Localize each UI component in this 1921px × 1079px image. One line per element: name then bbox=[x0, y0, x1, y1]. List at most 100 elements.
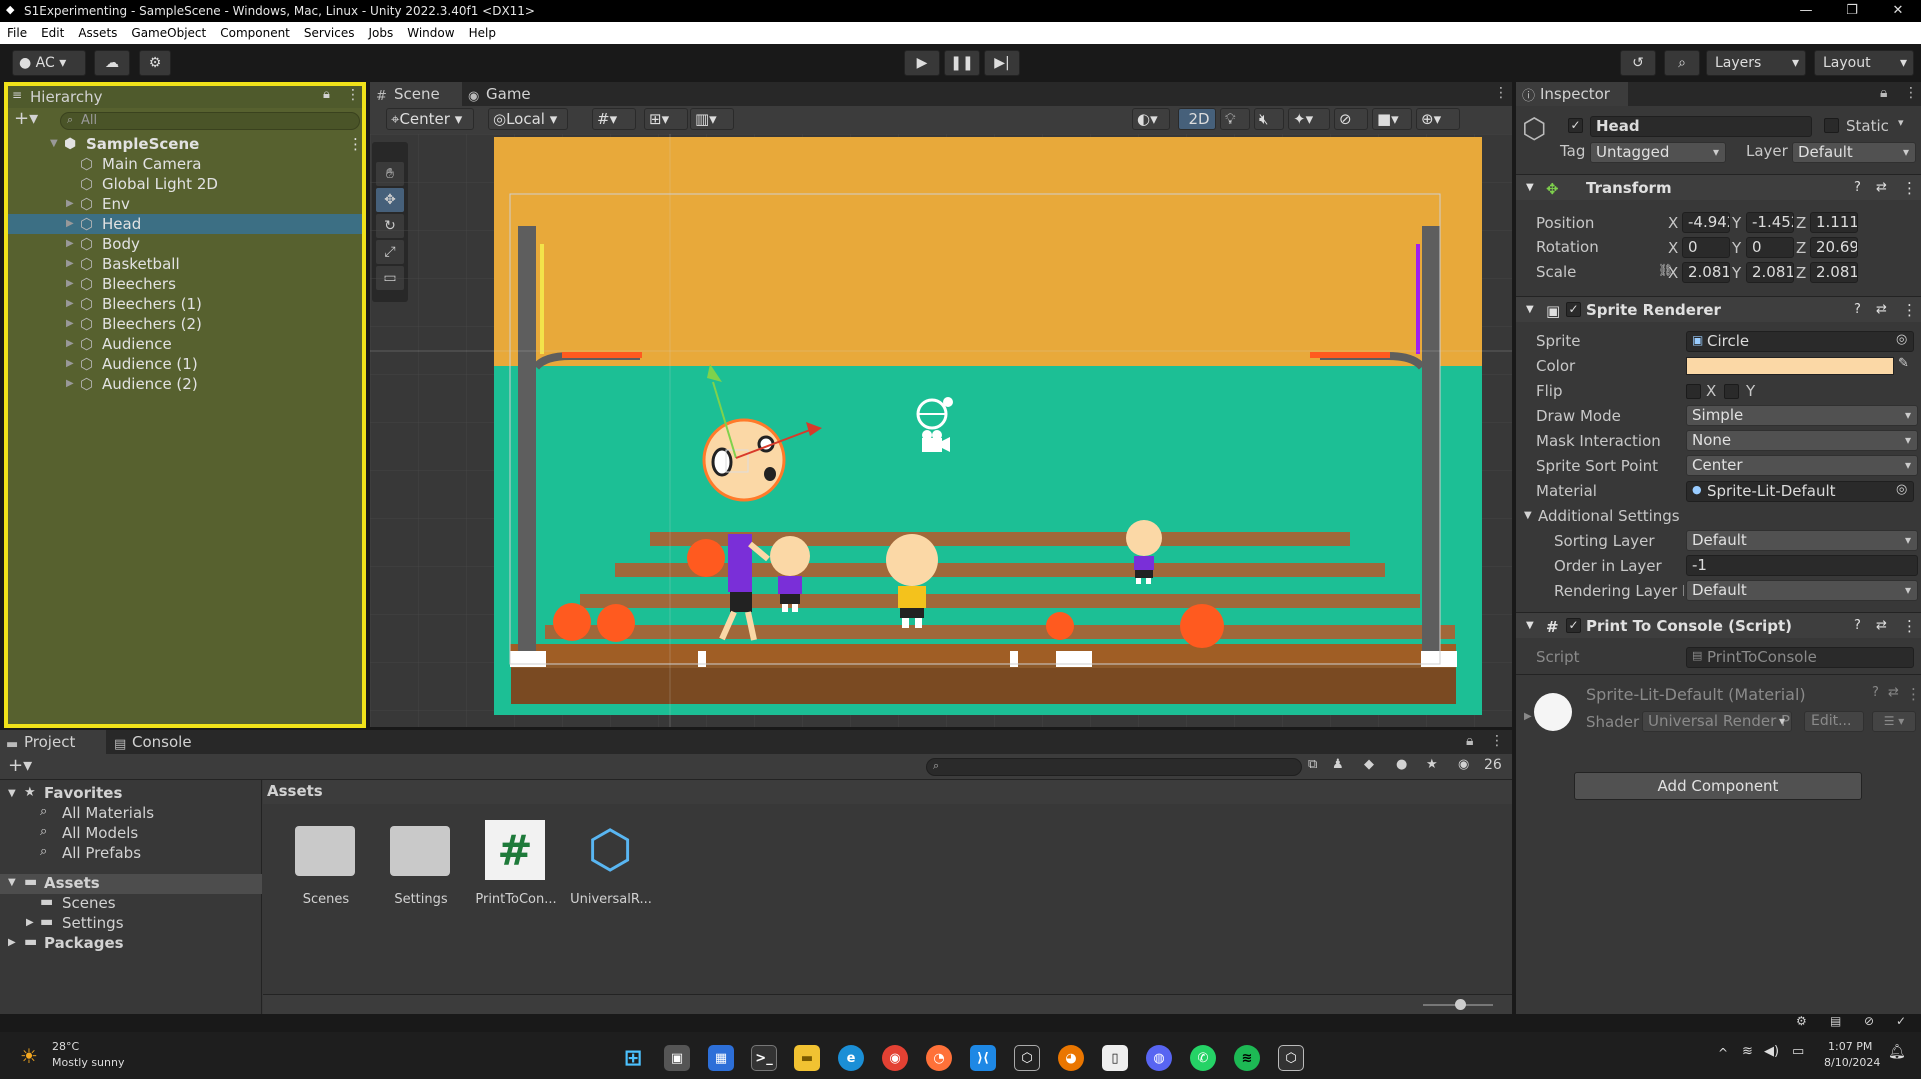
basketball[interactable] bbox=[1046, 612, 1074, 640]
space-dropdown[interactable]: ◎Local ▾ bbox=[488, 108, 568, 130]
foldout-arrow-icon[interactable]: ▼ bbox=[1524, 510, 1532, 521]
mask-interaction-dropdown[interactable]: None bbox=[1686, 430, 1918, 451]
rotation-y-field[interactable]: 0 bbox=[1746, 237, 1794, 258]
foldout-arrow-icon[interactable]: ▼ bbox=[8, 788, 16, 799]
position-x-field[interactable]: -4.942 bbox=[1682, 212, 1730, 233]
audio-icon[interactable]: 🔇︎ bbox=[1254, 108, 1284, 130]
hierarchy-item[interactable]: ▶ ⬡ Audience (2) bbox=[8, 374, 362, 394]
search-icon[interactable]: ⌕ bbox=[1664, 50, 1700, 76]
lock-icon[interactable]: 🔒︎ bbox=[1880, 85, 1887, 101]
menu-file[interactable]: File bbox=[7, 26, 27, 40]
pause-button[interactable]: ❚❚ bbox=[944, 50, 980, 76]
hierarchy-tab[interactable]: Hierarchy bbox=[30, 88, 103, 106]
asset-item[interactable]: # PrintToCon... bbox=[471, 814, 557, 924]
static-checkbox[interactable] bbox=[1824, 118, 1839, 133]
hierarchy-item[interactable]: ▶ ⬡ Env bbox=[8, 194, 362, 214]
eyedropper-icon[interactable]: ✎ bbox=[1898, 356, 1909, 371]
whatsapp-icon[interactable]: ✆ bbox=[1190, 1045, 1216, 1071]
order-in-layer-field[interactable]: -1 bbox=[1686, 555, 1918, 576]
edge-browser-icon[interactable]: e bbox=[838, 1045, 864, 1071]
basketball[interactable] bbox=[1180, 604, 1224, 648]
rendering-layer-dropdown[interactable]: Default bbox=[1686, 580, 1918, 601]
object-picker-icon[interactable]: ◎ bbox=[1896, 482, 1907, 497]
z-axis-label[interactable]: Z bbox=[1796, 239, 1806, 257]
menu-gameobject[interactable]: GameObject bbox=[131, 26, 206, 40]
object-picker-icon[interactable]: ◎ bbox=[1896, 332, 1907, 347]
inspector-more-icon[interactable]: ⋮ bbox=[1904, 85, 1918, 101]
menu-component[interactable]: Component bbox=[220, 26, 290, 40]
tab-scene[interactable]: # Scene bbox=[370, 82, 462, 106]
project-search[interactable]: ⌕ bbox=[926, 758, 1302, 776]
tab-game[interactable]: ◉ Game bbox=[462, 82, 552, 106]
calendar-app-icon[interactable]: ▦ bbox=[708, 1045, 734, 1071]
sprite-sort-point-dropdown[interactable]: Center bbox=[1686, 455, 1918, 476]
component-more-icon[interactable]: ⋮ bbox=[1902, 175, 1917, 201]
x-axis-label[interactable]: X bbox=[1668, 214, 1678, 232]
y-axis-label[interactable]: Y bbox=[1732, 239, 1741, 257]
add-icon[interactable]: +▾ bbox=[14, 108, 38, 129]
basketball[interactable] bbox=[687, 539, 725, 577]
expand-arrow-icon[interactable]: ▶ bbox=[66, 254, 74, 274]
search-by-label-icon[interactable]: ♟ bbox=[1332, 757, 1344, 772]
slider-handle[interactable] bbox=[1455, 999, 1466, 1010]
hierarchy-search[interactable]: ⌕ All bbox=[60, 112, 360, 130]
close-button[interactable]: ✕ bbox=[1875, 0, 1921, 22]
check-icon[interactable]: ✓ bbox=[1896, 1014, 1906, 1028]
component-more-icon[interactable]: ⋮ bbox=[1906, 685, 1921, 703]
scale-x-field[interactable]: 2.0810 bbox=[1682, 262, 1730, 283]
step-button[interactable]: ▶| bbox=[984, 50, 1020, 76]
effects-icon[interactable]: ✦▾ bbox=[1288, 108, 1330, 130]
y-axis-label[interactable]: Y bbox=[1732, 214, 1741, 232]
add-icon[interactable]: +▾ bbox=[8, 755, 32, 776]
toggle-2d-button[interactable]: 2D bbox=[1178, 108, 1216, 130]
expand-arrow-icon[interactable]: ▶ bbox=[26, 917, 34, 928]
scale-z-field[interactable]: 2.0810 bbox=[1810, 262, 1858, 283]
static-dropdown-icon[interactable]: ▾ bbox=[1898, 116, 1904, 129]
help-icon[interactable]: ? bbox=[1854, 297, 1861, 323]
favorite-item[interactable]: ⌕ All Materials bbox=[0, 804, 262, 824]
expand-arrow-icon[interactable]: ▶ bbox=[66, 214, 74, 234]
preset-icon[interactable]: ⇄ bbox=[1876, 297, 1887, 323]
history-icon[interactable]: ↺ bbox=[1620, 50, 1656, 76]
draw-mode-icon[interactable]: ◐▾ bbox=[1132, 108, 1170, 130]
alert-icon[interactable]: ● bbox=[1396, 757, 1407, 772]
weather-temp[interactable]: 28°C bbox=[52, 1040, 79, 1053]
gizmos-icon[interactable]: ⊕▾ bbox=[1416, 108, 1460, 130]
firefox-browser-icon[interactable]: ◔ bbox=[926, 1045, 952, 1071]
favorite-star-icon[interactable]: ★ bbox=[1426, 757, 1438, 772]
color-field[interactable] bbox=[1686, 357, 1894, 375]
flip-x-checkbox[interactable] bbox=[1686, 384, 1701, 399]
y-axis-label[interactable]: Y bbox=[1732, 264, 1741, 282]
material-field[interactable]: Sprite-Lit-Default bbox=[1686, 481, 1914, 502]
asset-folder-tree-item[interactable]: ▬ Scenes bbox=[0, 894, 262, 914]
active-checkbox[interactable]: ✓ bbox=[1568, 118, 1583, 133]
account-dropdown[interactable]: ● AC ▾ bbox=[12, 50, 86, 76]
player-head[interactable] bbox=[702, 418, 786, 502]
tab-console[interactable]: ▤ Console bbox=[108, 730, 208, 754]
expand-arrow-icon[interactable]: ▶ bbox=[66, 314, 74, 334]
expand-arrow-icon[interactable]: ▶ bbox=[66, 194, 74, 214]
z-axis-label[interactable]: Z bbox=[1796, 264, 1806, 282]
hidden-packages-icon[interactable]: ◉ bbox=[1458, 757, 1469, 772]
expand-arrow-icon[interactable]: ▶ bbox=[66, 374, 74, 394]
battery-icon[interactable]: ▭ bbox=[1792, 1044, 1804, 1059]
menu-jobs[interactable]: Jobs bbox=[369, 26, 394, 40]
debug-icon[interactable]: ⚙ bbox=[1796, 1014, 1807, 1028]
progress-icon[interactable]: ▤ bbox=[1830, 1014, 1841, 1028]
tag-dropdown[interactable]: Untagged bbox=[1590, 142, 1726, 163]
z-axis-label[interactable]: Z bbox=[1796, 214, 1806, 232]
asset-item[interactable]: Settings bbox=[376, 814, 462, 924]
hierarchy-item[interactable]: ⬡ Global Light 2D bbox=[8, 174, 362, 194]
tray-chevron-icon[interactable]: ^ bbox=[1718, 1046, 1728, 1060]
spotify-icon[interactable]: ≋ bbox=[1234, 1045, 1260, 1071]
scale-y-field[interactable]: 2.0810 bbox=[1746, 262, 1794, 283]
hierarchy-item[interactable]: ⬡ Main Camera bbox=[8, 154, 362, 174]
mute-icon[interactable]: ⊘ bbox=[1864, 1014, 1874, 1028]
packages-tree-row[interactable]: ▶ ▬ Packages bbox=[0, 934, 262, 954]
expand-arrow-icon[interactable]: ▼ bbox=[50, 134, 58, 154]
component-more-icon[interactable]: ⋮ bbox=[1902, 613, 1917, 639]
sorting-layer-dropdown[interactable]: Default bbox=[1686, 530, 1918, 551]
flip-y-checkbox[interactable] bbox=[1724, 384, 1739, 399]
sprite-renderer-header[interactable]: ▼ ▣ ✓ Sprite Renderer ? ⇄ ⋮ bbox=[1516, 296, 1921, 322]
lock-icon[interactable]: 🔒︎ bbox=[323, 87, 330, 102]
